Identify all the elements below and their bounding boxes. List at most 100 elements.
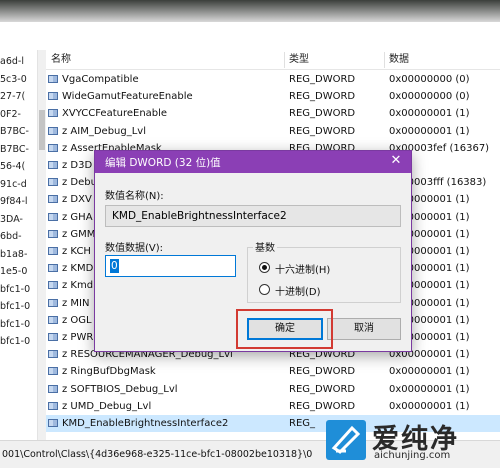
value-name-text: z KMD xyxy=(62,263,94,275)
value-name-cell: z SOFTBIOS_Debug_Lvl xyxy=(48,381,280,398)
dword-value-icon xyxy=(48,384,58,393)
value-name-text: WideGamutFeatureEnable xyxy=(62,91,193,103)
value-name-text: z KCH xyxy=(62,246,91,257)
tree-item[interactable]: bfc1-0 xyxy=(0,334,30,350)
value-type-cell: REG_DWORD xyxy=(289,91,356,103)
dword-value-icon xyxy=(48,92,58,101)
tree-item[interactable]: bfc1-0 xyxy=(0,282,30,298)
value-type-cell: REG_DWORD xyxy=(289,400,356,412)
value-type-cell: REG_DWORD xyxy=(289,366,356,378)
watermark-url: aichunjing.com xyxy=(374,450,451,461)
value-name-text: XVYCCFeatureEnable xyxy=(62,108,168,120)
dword-value-icon xyxy=(48,350,58,359)
value-name-text: z Debu xyxy=(62,177,97,189)
dword-value-icon xyxy=(48,247,58,255)
table-row[interactable]: VgaCompatible REG_DWORD 0x00000000 (0) xyxy=(46,71,500,88)
dword-value-icon xyxy=(48,298,58,307)
dword-value-icon xyxy=(48,126,58,135)
close-icon[interactable]: ✕ xyxy=(387,152,405,170)
brand-logo-mark xyxy=(331,425,361,454)
tree-item[interactable]: 5c3-0 xyxy=(0,72,27,88)
dialog-title-bar[interactable]: 编辑 DWORD (32 位)值 ✕ xyxy=(95,151,411,173)
dword-value-icon xyxy=(48,367,58,376)
brand-logo-icon xyxy=(326,420,366,460)
tree-item[interactable]: 9f84-l xyxy=(0,194,28,210)
radio-decimal-label[interactable]: 十进制(D) xyxy=(275,283,321,298)
value-data-input[interactable]: 0 xyxy=(105,255,236,277)
table-row[interactable]: z RingBufDbgMask REG_DWORD 0x00000001 (1) xyxy=(46,363,500,380)
dword-value-icon xyxy=(48,281,58,290)
tree-item[interactable]: 0F2- xyxy=(0,107,21,123)
tree-scrollbar-thumb[interactable] xyxy=(39,110,45,150)
value-name-cell: z UMD_Debug_Lvl xyxy=(48,398,280,415)
value-name-text: z MIN xyxy=(62,297,90,309)
column-header-name[interactable]: 名称 xyxy=(46,50,71,70)
radio-hex[interactable] xyxy=(259,262,270,273)
value-data-cell: 0x00000001 (1) xyxy=(389,125,470,137)
tree-item[interactable]: 3DA- xyxy=(0,212,23,228)
tree-item[interactable]: 1e5-0 xyxy=(0,264,27,280)
table-row[interactable]: WideGamutFeatureEnable REG_DWORD 0x0000000… xyxy=(46,88,500,105)
value-type-cell: REG_DWORD xyxy=(289,74,356,85)
radio-hex-label[interactable]: 十六进制(H) xyxy=(275,261,330,276)
dword-value-icon xyxy=(48,315,58,324)
tree-item[interactable]: B7BC- xyxy=(0,142,29,158)
dword-value-icon xyxy=(48,229,58,238)
tree-scrollbar[interactable] xyxy=(38,50,46,440)
value-name-cell: KMD_EnableBrightnessInterface2 xyxy=(48,415,280,432)
tree-item[interactable]: b1a8- xyxy=(0,247,27,263)
dword-value-icon xyxy=(48,264,58,273)
value-data-cell: 0x00000000 (0) xyxy=(389,74,470,85)
dword-value-icon xyxy=(48,419,58,427)
dword-value-icon xyxy=(48,143,58,152)
radio-decimal[interactable] xyxy=(259,284,270,295)
tree-item[interactable]: 56-4( xyxy=(0,159,25,175)
value-name-text: z GHA xyxy=(62,211,93,223)
value-data-cell: 0x00000000 (0) xyxy=(389,91,470,103)
dword-value-icon xyxy=(48,401,58,410)
column-header-data[interactable]: 数据 xyxy=(384,50,409,70)
tree-item[interactable]: a6d-l xyxy=(0,54,24,70)
value-name-text: z RingBufDbgMask xyxy=(62,366,156,378)
cancel-button[interactable]: 取消 xyxy=(327,318,401,340)
table-row[interactable]: z SOFTBIOS_Debug_Lvl REG_DWORD 0x00000001 … xyxy=(46,381,500,398)
value-name-text: z UMD_Debug_Lvl xyxy=(62,400,152,412)
value-data-text: 0 xyxy=(110,259,119,273)
value-name-cell: WideGamutFeatureEnable xyxy=(48,88,280,105)
dword-value-icon xyxy=(48,109,58,118)
dword-value-icon xyxy=(48,178,58,187)
dword-value-icon xyxy=(48,161,58,169)
value-name-text: VgaCompatible xyxy=(62,74,139,85)
registry-tree-pane[interactable]: a6d-l 5c3-0 27-7(0F2- B7BC- B7BC- 56-4(91c-d 9… xyxy=(0,50,38,440)
tree-item[interactable]: 91c-d xyxy=(0,177,27,193)
tree-item[interactable]: bfc1-0 xyxy=(0,317,30,333)
table-row[interactable]: XVYCCFeatureEnable REG_DWORD 0x00000001 (1… xyxy=(46,105,500,122)
status-path: 001\Control\Class\{4d36e968-e325-11ce-bf… xyxy=(2,449,313,460)
value-name-cell: VgaCompatible xyxy=(48,71,280,88)
value-type-cell: REG_DWORD xyxy=(289,108,356,120)
value-name-text: z DXV xyxy=(62,194,92,206)
value-name-cell: XVYCCFeatureEnable xyxy=(48,105,280,122)
value-name-text: z PWR xyxy=(62,332,94,343)
value-data-cell: 0x00000001 (1) xyxy=(389,400,470,412)
ok-button-highlight xyxy=(236,309,333,349)
value-name-text: KMD_EnableBrightnessInterface2 xyxy=(62,418,229,429)
value-list-header: 名称 类型 数据 xyxy=(46,50,500,70)
dword-value-icon xyxy=(48,333,58,341)
dword-value-icon xyxy=(48,195,58,204)
value-name-text: z SOFTBIOS_Debug_Lvl xyxy=(62,383,178,395)
column-header-type[interactable]: 类型 xyxy=(284,50,309,70)
dword-value-icon xyxy=(48,212,58,221)
table-row[interactable]: z AIM_Debug_Lvl REG_DWORD 0x00000001 (1) xyxy=(46,123,500,140)
value-data-cell: 0x00000001 (1) xyxy=(389,383,470,395)
tree-item[interactable]: 27-7( xyxy=(0,89,25,105)
tree-item[interactable]: 6bd- xyxy=(0,229,22,245)
tree-item[interactable]: B7BC- xyxy=(0,124,29,140)
value-name-text: z AIM_Debug_Lvl xyxy=(62,125,146,137)
value-type-cell: REG_DWORD xyxy=(289,383,356,395)
dword-value-icon xyxy=(48,75,58,83)
tree-item[interactable]: bfc1-0 xyxy=(0,299,30,315)
value-name-field: KMD_EnableBrightnessInterface2 xyxy=(105,205,401,227)
table-row[interactable]: z UMD_Debug_Lvl REG_DWORD 0x00000001 (1) xyxy=(46,398,500,415)
window-top-strip xyxy=(0,0,500,22)
